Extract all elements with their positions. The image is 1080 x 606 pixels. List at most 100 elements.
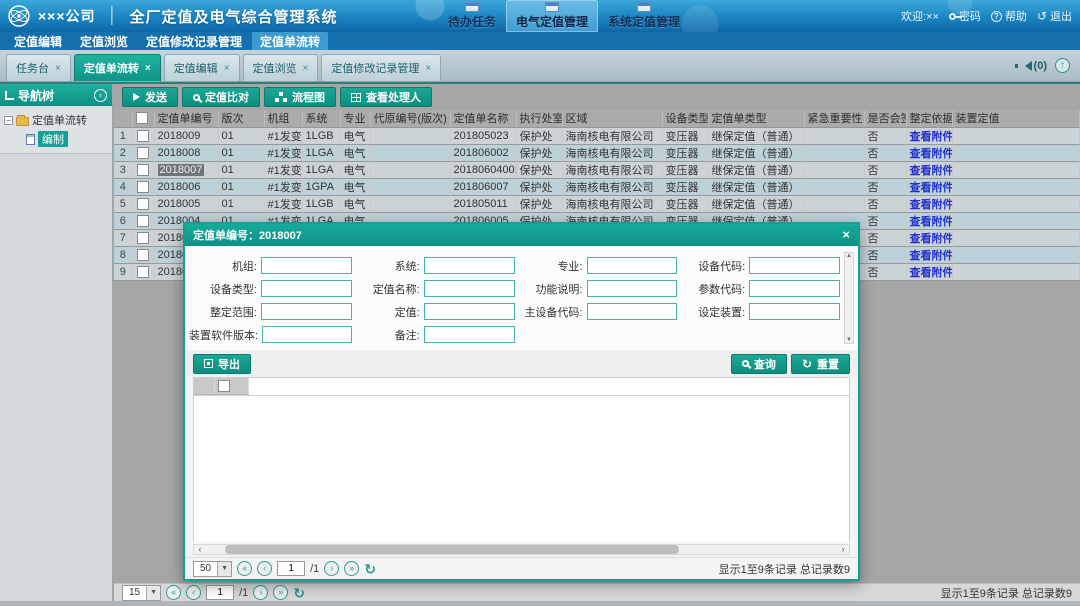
scroll-up-icon[interactable]: ▲	[846, 253, 852, 259]
page-size-select[interactable]: 50 ▼	[193, 561, 232, 577]
view-attachment-link[interactable]: 查看附件	[910, 182, 953, 194]
document-tab[interactable]: 任务台×	[6, 54, 71, 81]
row-checkbox[interactable]	[137, 266, 149, 278]
refresh-icon[interactable]: ↻	[293, 587, 305, 599]
scrollbar-track[interactable]	[206, 545, 837, 554]
view-attachment-link[interactable]: 查看附件	[910, 267, 953, 279]
sidebar-collapse-icon[interactable]: ‹	[94, 89, 107, 102]
field-input[interactable]	[587, 280, 678, 297]
field-input[interactable]	[424, 303, 515, 320]
close-icon[interactable]: ×	[145, 63, 151, 74]
field-input[interactable]	[424, 280, 515, 297]
view-attachment-link[interactable]: 查看附件	[910, 233, 953, 245]
scroll-down-icon[interactable]: ▼	[846, 337, 852, 343]
password-button[interactable]: 密码	[949, 8, 981, 24]
prev-page-button[interactable]: ‹	[257, 561, 272, 576]
tree-node-child[interactable]: 编制	[26, 131, 108, 147]
close-icon[interactable]: ×	[224, 63, 230, 74]
horizontal-scrollbar[interactable]: ‹ ›	[193, 544, 850, 555]
table-header-row: 定值单编号版次机组系统专业代原编号(版次)定值单名称执行处室区域设备类型定值单类…	[114, 110, 1080, 127]
app-tab[interactable]: 电气定值管理	[506, 0, 598, 32]
close-icon[interactable]: ×	[425, 63, 431, 74]
document-tab[interactable]: 定值浏览×	[243, 54, 319, 81]
row-checkbox[interactable]	[137, 130, 149, 142]
notification-sound-button[interactable]: (0)	[1025, 60, 1047, 72]
first-page-button[interactable]: «	[166, 585, 181, 600]
field-input[interactable]	[424, 326, 515, 343]
document-tab[interactable]: 定值编辑×	[164, 54, 240, 81]
table-row[interactable]: 3201800701#1发变组1LGA电气20180604001保护处海南核电有…	[114, 161, 1080, 178]
select-all-checkbox[interactable]	[136, 112, 148, 124]
field-input[interactable]	[749, 303, 840, 320]
row-checkbox[interactable]	[137, 232, 149, 244]
menu-item[interactable]: 定值修改记录管理	[138, 32, 250, 51]
query-button[interactable]: 查询	[731, 354, 787, 374]
next-page-button[interactable]: ›	[253, 585, 268, 600]
table-row[interactable]: 5201800501#1发变组1LGB电气201805011保护处海南核电有限公…	[114, 195, 1080, 212]
scroll-left-icon[interactable]: ‹	[194, 545, 206, 554]
field-input[interactable]	[749, 257, 840, 274]
app-tab[interactable]: 系统定值管理	[598, 0, 690, 32]
first-page-button[interactable]: «	[237, 561, 252, 576]
scroll-top-icon[interactable]: ↑	[1055, 58, 1070, 73]
form-field: 系统:	[352, 257, 515, 274]
prev-page-button[interactable]: ‹	[186, 585, 201, 600]
close-icon[interactable]: ×	[842, 229, 850, 241]
row-checkbox[interactable]	[137, 249, 149, 261]
field-input[interactable]	[261, 257, 352, 274]
help-button[interactable]: ?帮助	[991, 8, 1027, 24]
close-icon[interactable]: ×	[303, 63, 309, 74]
row-checkbox[interactable]	[137, 164, 149, 176]
flowchart-button[interactable]: 流程图	[264, 87, 336, 107]
menu-item[interactable]: 定值浏览	[72, 32, 136, 51]
view-attachment-link[interactable]: 查看附件	[910, 216, 953, 228]
menu-item[interactable]: 定值单流转	[252, 32, 328, 51]
tree-expander-icon[interactable]: −	[4, 116, 13, 125]
row-checkbox[interactable]	[137, 198, 149, 210]
export-button[interactable]: 导出	[193, 354, 251, 374]
field-input[interactable]	[587, 257, 678, 274]
table-row[interactable]: 2201800801#1发变组1LGA电气201806002保护处海南核电有限公…	[114, 144, 1080, 161]
field-input[interactable]	[262, 326, 352, 343]
row-checkbox[interactable]	[137, 215, 149, 227]
row-checkbox[interactable]	[137, 147, 149, 159]
form-scrollbar[interactable]: ▲▼	[844, 252, 854, 344]
send-button[interactable]: 发送	[122, 87, 178, 107]
cell	[804, 178, 864, 195]
page-size-select[interactable]: 15 ▼	[122, 585, 161, 601]
table-row[interactable]: 1201800901#1发变组1LGB电气201805023保护处海南核电有限公…	[114, 127, 1080, 144]
field-input[interactable]	[424, 257, 515, 274]
document-tab[interactable]: 定值单流转×	[74, 54, 161, 81]
page-number-input[interactable]	[206, 585, 234, 600]
row-checkbox[interactable]	[137, 181, 149, 193]
table-row[interactable]: 4201800601#1发变组1GPA电气201806007保护处海南核电有限公…	[114, 178, 1080, 195]
page-number-input[interactable]	[277, 561, 305, 576]
last-page-button[interactable]: »	[273, 585, 288, 600]
document-tab[interactable]: 定值修改记录管理×	[321, 54, 441, 81]
tree-node-root[interactable]: − 定值单流转	[4, 112, 108, 128]
field-input[interactable]	[587, 303, 678, 320]
field-input[interactable]	[261, 280, 352, 297]
next-page-button[interactable]: ›	[324, 561, 339, 576]
view-attachment-link[interactable]: 查看附件	[910, 165, 953, 177]
view-attachment-link[interactable]: 查看附件	[910, 250, 953, 262]
view-handler-button[interactable]: 查看处理人	[340, 87, 432, 107]
selected-sheet-number: 2018007	[158, 164, 205, 176]
view-attachment-link[interactable]: 查看附件	[910, 131, 953, 143]
refresh-icon[interactable]: ↻	[364, 563, 376, 575]
field-input[interactable]	[749, 280, 840, 297]
logout-button[interactable]: ↺退出	[1037, 8, 1072, 24]
view-attachment-link[interactable]: 查看附件	[910, 199, 953, 211]
scrollbar-thumb[interactable]	[225, 545, 679, 554]
compare-button[interactable]: 定值比对	[182, 87, 260, 107]
menu-item[interactable]: 定值编辑	[6, 32, 70, 51]
last-page-button[interactable]: »	[344, 561, 359, 576]
setting-sheet-dialog: 定值单编号：2018007 × 机组:系统:专业:设备代码:设备类型:定值名称:…	[183, 222, 860, 581]
field-input[interactable]	[261, 303, 352, 320]
scroll-right-icon[interactable]: ›	[837, 545, 849, 554]
reset-button[interactable]: ↻重置	[791, 354, 850, 374]
app-tab[interactable]: 待办任务	[438, 0, 506, 32]
select-all-checkbox[interactable]	[218, 380, 230, 392]
close-icon[interactable]: ×	[55, 63, 61, 74]
view-attachment-link[interactable]: 查看附件	[910, 148, 953, 160]
